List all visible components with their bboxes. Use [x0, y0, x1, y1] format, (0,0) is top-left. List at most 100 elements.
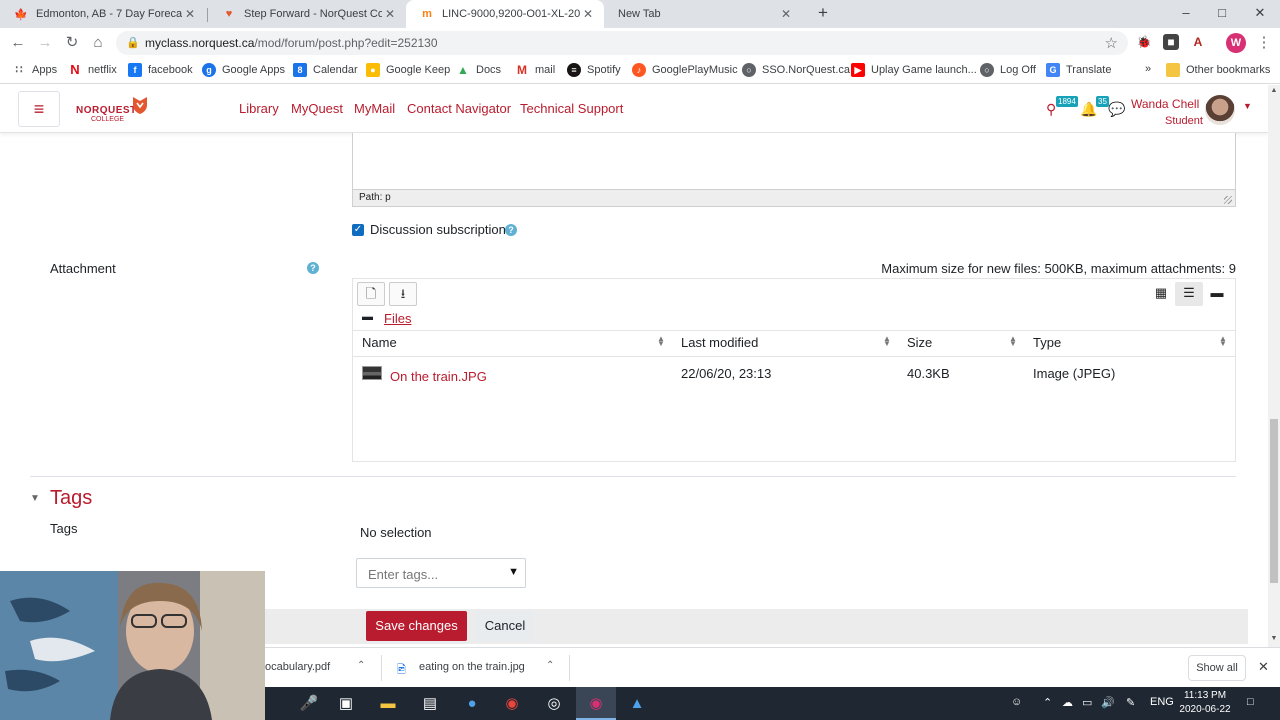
- help-icon[interactable]: ?: [307, 262, 319, 274]
- list-view-icon[interactable]: ☰: [1175, 282, 1203, 306]
- close-window-icon[interactable]: ✕: [1240, 0, 1280, 28]
- scroll-up-icon[interactable]: ▲: [1269, 87, 1279, 94]
- bookmark-google-keep[interactable]: ● Google Keep: [366, 63, 450, 77]
- norquest-logo[interactable]: NORQUEST COLLEGE: [76, 95, 152, 125]
- files-breadcrumb-link[interactable]: Files: [384, 311, 411, 326]
- chevron-down-icon[interactable]: ▼: [1243, 101, 1252, 111]
- bookmark-uplay[interactable]: ▶ Uplay Game launch...: [851, 63, 977, 77]
- pen-icon[interactable]: ✎: [1126, 696, 1135, 709]
- column-type[interactable]: Type: [1033, 335, 1061, 350]
- other-bookmarks[interactable]: Other bookmarks: [1166, 63, 1270, 77]
- back-arrow-icon[interactable]: ←: [8, 33, 28, 53]
- bookmarks-overflow-chevron[interactable]: »: [1145, 63, 1151, 75]
- close-tab-icon[interactable]: ✕: [182, 7, 198, 21]
- sort-icon[interactable]: ▲ ▼: [883, 335, 891, 348]
- close-tab-icon[interactable]: ✕: [580, 7, 596, 21]
- store-icon[interactable]: ▤: [418, 692, 442, 716]
- nav-myquest[interactable]: MyQuest: [291, 101, 343, 116]
- extension-bug-icon[interactable]: 🐞: [1136, 34, 1152, 50]
- discussion-subscription-checkbox[interactable]: ✓: [352, 224, 364, 236]
- cloud-icon[interactable]: ☁: [1062, 696, 1073, 709]
- task-view-icon[interactable]: ▣: [334, 692, 358, 716]
- add-file-icon[interactable]: 🗋: [357, 282, 385, 306]
- close-icon[interactable]: ✕: [1258, 659, 1269, 675]
- page-scrollbar[interactable]: ▲ ▼: [1268, 85, 1280, 647]
- bookmark-translate[interactable]: G Translate: [1046, 63, 1111, 77]
- scrollbar-thumb[interactable]: [1270, 419, 1278, 583]
- sort-icon[interactable]: ▲ ▼: [657, 335, 665, 348]
- save-changes-button[interactable]: Save changes: [366, 611, 467, 641]
- new-tab-plus-icon[interactable]: +: [814, 4, 832, 22]
- extension-pdf-icon[interactable]: A: [1190, 34, 1206, 50]
- browser-tab-new[interactable]: New Tab ✕: [604, 0, 802, 28]
- photos-icon[interactable]: ▲: [625, 692, 649, 716]
- chrome-icon[interactable]: ◉: [500, 692, 524, 716]
- file-name-link[interactable]: On the train.JPG: [390, 369, 487, 384]
- chevron-up-icon[interactable]: ⌃: [546, 660, 554, 671]
- resize-handle-icon[interactable]: [1224, 196, 1232, 204]
- bookmark-facebook[interactable]: f facebook: [128, 63, 193, 77]
- nav-contact-navigator[interactable]: Contact Navigator: [407, 101, 511, 116]
- profile-avatar[interactable]: W: [1226, 33, 1246, 53]
- volume-icon[interactable]: 🔊: [1101, 696, 1115, 709]
- minimize-icon[interactable]: –: [1166, 0, 1206, 28]
- browser-menu-icon[interactable]: ⋮: [1254, 33, 1274, 53]
- browser-tab-linc[interactable]: m LINC-9000,9200-O01-XL-2020 Sp ✕: [406, 0, 604, 28]
- show-all-downloads-button[interactable]: Show all: [1188, 655, 1246, 681]
- bookmark-netflix[interactable]: Nnetflix: [68, 63, 116, 77]
- bookmark-mail[interactable]: Mmail: [515, 63, 555, 77]
- bookmark-spotify[interactable]: ≡ Spotify: [567, 63, 621, 77]
- taskbar-clock[interactable]: 11:13 PM 2020-06-22: [1178, 689, 1232, 717]
- download-item-jpg[interactable]: eating on the train.jpg: [419, 661, 525, 673]
- folder-view-icon[interactable]: ▬: [1203, 282, 1231, 306]
- language-indicator[interactable]: ENG: [1150, 696, 1174, 708]
- message-editor[interactable]: Path: p: [352, 133, 1236, 207]
- reload-icon[interactable]: ↻: [62, 33, 82, 53]
- column-name[interactable]: Name: [362, 335, 397, 350]
- network-icon[interactable]: ▭: [1082, 696, 1092, 709]
- column-last-modified[interactable]: Last modified: [681, 335, 758, 350]
- tags-input[interactable]: Enter tags... ▼: [356, 558, 526, 588]
- close-tab-icon[interactable]: ✕: [382, 7, 398, 21]
- bookmark-apps[interactable]: ∷ Apps: [12, 63, 58, 77]
- help-icon[interactable]: ?: [505, 224, 517, 236]
- action-center-icon[interactable]: □: [1247, 696, 1254, 708]
- browser-tab-forecast[interactable]: 🍁 Edmonton, AB - 7 Day Forecast - ✕: [0, 0, 206, 28]
- bookmark-docs[interactable]: ▲ Docs: [456, 63, 501, 77]
- close-tab-icon[interactable]: ✕: [778, 7, 794, 21]
- bookmark-calendar[interactable]: 8 Calendar: [293, 63, 358, 77]
- hamburger-menu-icon[interactable]: ≡: [18, 91, 60, 127]
- browser-tab-step-forward[interactable]: ♥ Step Forward - NorQuest College ✕: [208, 0, 406, 28]
- mail-app-icon[interactable]: ●: [460, 692, 484, 716]
- file-explorer-icon[interactable]: ▬: [376, 692, 400, 716]
- tags-section-title[interactable]: Tags: [50, 487, 92, 510]
- maximize-icon[interactable]: □: [1202, 0, 1242, 28]
- collapse-caret-icon[interactable]: ▼: [30, 493, 40, 504]
- home-icon[interactable]: ⌂: [88, 33, 108, 53]
- bookmark-google-apps[interactable]: g Google Apps: [202, 63, 285, 77]
- download-item-pdf[interactable]: ocabulary.pdf: [265, 661, 330, 673]
- grid-view-icon[interactable]: ▦: [1147, 282, 1175, 306]
- bookmark-google-play-music[interactable]: ♪ GooglePlayMusic: [632, 63, 738, 77]
- bookmark-star-icon[interactable]: ☆: [1105, 34, 1118, 52]
- nav-mymail[interactable]: MyMail: [354, 101, 395, 116]
- chevron-up-icon[interactable]: ⌃: [357, 660, 365, 671]
- microphone-icon[interactable]: 🎤: [297, 692, 321, 716]
- nav-library[interactable]: Library: [239, 101, 279, 116]
- cancel-button[interactable]: Cancel: [476, 611, 534, 641]
- dropdown-arrow-icon[interactable]: ▼: [508, 566, 519, 578]
- bookmark-log-off[interactable]: ○ Log Off: [980, 63, 1036, 77]
- column-size[interactable]: Size: [907, 335, 932, 350]
- forward-arrow-icon[interactable]: →: [35, 33, 55, 53]
- chrome-profile-icon[interactable]: ◉: [584, 692, 608, 716]
- extension-shield-icon[interactable]: ■: [1163, 34, 1179, 50]
- bookmark-sso[interactable]: ○ SSO.NorQuest.ca: [742, 63, 850, 77]
- avatar[interactable]: [1205, 95, 1235, 125]
- user-name[interactable]: Wanda Chell: [1131, 97, 1199, 111]
- sort-icon[interactable]: ▲ ▼: [1009, 335, 1017, 348]
- address-bar[interactable]: 🔒 myclass.norquest.ca/mod/forum/post.php…: [116, 31, 1128, 55]
- scroll-down-icon[interactable]: ▼: [1269, 635, 1279, 642]
- chat-bubble-icon[interactable]: 💬: [1108, 101, 1125, 118]
- people-icon[interactable]: ☺: [1011, 696, 1022, 708]
- download-icon[interactable]: ⭳: [389, 282, 417, 306]
